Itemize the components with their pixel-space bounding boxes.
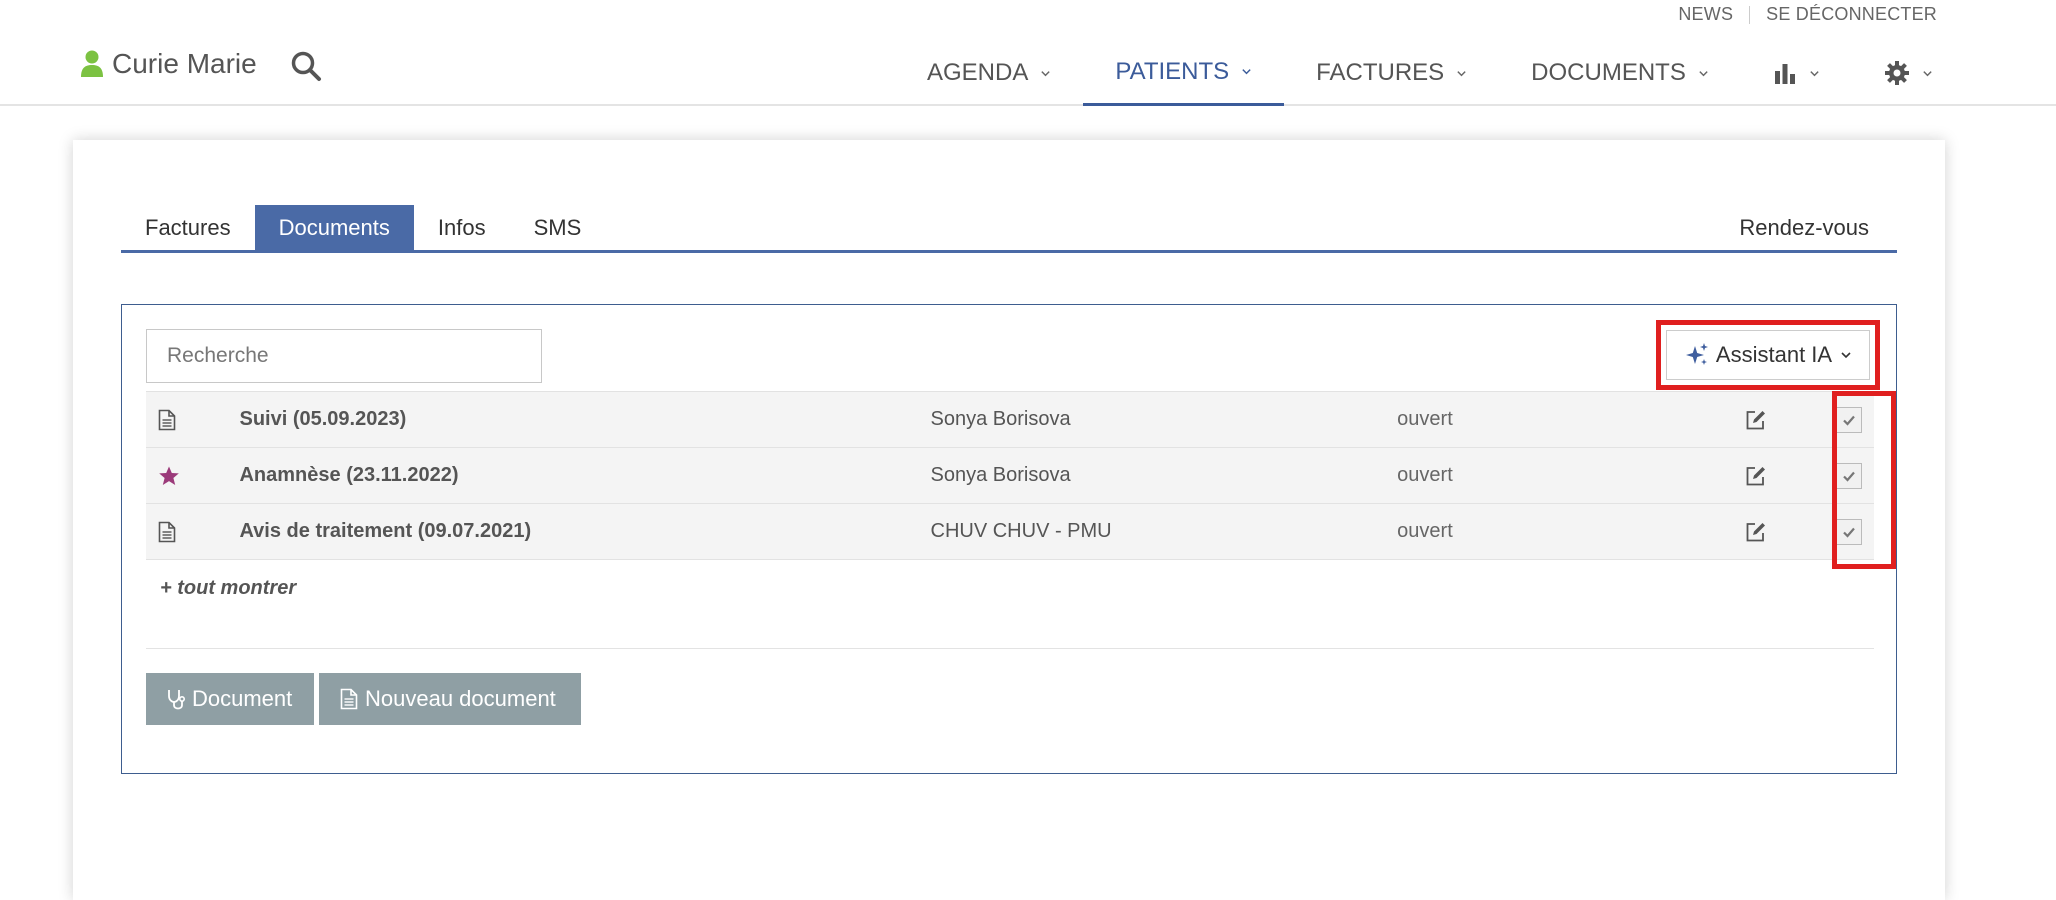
gear-icon xyxy=(1884,61,1909,85)
chevron-down-icon xyxy=(1041,70,1051,76)
stethoscope-icon xyxy=(168,690,186,710)
divider xyxy=(146,648,1874,649)
nav-statistics[interactable] xyxy=(1741,40,1852,106)
patient-tabs: Factures Documents Infos SMS Rendez-vous xyxy=(121,205,1897,253)
document-icon xyxy=(158,409,176,430)
edit-icon[interactable] xyxy=(1745,409,1767,431)
chevron-down-icon xyxy=(1242,69,1251,75)
nav-agenda[interactable]: AGENDA xyxy=(895,40,1083,106)
nav-agenda-label: AGENDA xyxy=(927,59,1029,86)
document-status: ouvert xyxy=(1397,520,1453,542)
new-document-button[interactable]: Nouveau document xyxy=(319,673,581,725)
document-status: ouvert xyxy=(1397,464,1453,486)
chevron-down-icon xyxy=(1699,70,1708,76)
chevron-down-icon xyxy=(1923,70,1932,76)
nav-patients-label: PATIENTS xyxy=(1115,57,1230,85)
tab-sms[interactable]: SMS xyxy=(510,205,606,250)
nav-settings[interactable] xyxy=(1852,40,1965,106)
document-author: CHUV CHUV - PMU xyxy=(930,520,1112,542)
nav-documents-label: DOCUMENTS xyxy=(1531,59,1686,86)
document-author: Sonya Borisova xyxy=(930,408,1071,430)
user-name: Curie Marie xyxy=(112,48,257,79)
search-icon[interactable] xyxy=(290,50,322,82)
tab-rendezvous[interactable]: Rendez-vous xyxy=(1715,205,1897,250)
nav-factures[interactable]: FACTURES xyxy=(1284,40,1499,106)
table-row[interactable]: Avis de traitement (09.07.2021) CHUV CHU… xyxy=(146,503,1874,560)
ai-assistant-button[interactable]: Assistant IA xyxy=(1666,330,1870,380)
new-document-button-label: Nouveau document xyxy=(365,686,556,711)
current-user[interactable]: Curie Marie xyxy=(80,48,257,80)
document-author: Sonya Borisova xyxy=(930,464,1071,486)
document-title[interactable]: Avis de traitement (09.07.2021) xyxy=(239,504,930,560)
document-button[interactable]: Document xyxy=(146,673,314,725)
chevron-down-icon xyxy=(1841,352,1851,359)
show-all-link[interactable]: + tout montrer xyxy=(160,577,296,600)
highlight-frame-checkboxes xyxy=(1832,391,1896,569)
tab-factures[interactable]: Factures xyxy=(121,205,255,250)
chevron-down-icon xyxy=(1457,70,1466,76)
main-nav: AGENDA PATIENTS FACTURES DOCUMENTS xyxy=(895,40,1965,106)
edit-icon[interactable] xyxy=(1745,521,1767,543)
ai-assistant-label: Assistant IA xyxy=(1715,342,1833,367)
nav-documents[interactable]: DOCUMENTS xyxy=(1499,40,1741,106)
user-icon xyxy=(81,50,103,77)
nav-patients[interactable]: PATIENTS xyxy=(1083,40,1285,106)
document-status: ouvert xyxy=(1397,408,1453,430)
tab-infos[interactable]: Infos xyxy=(414,205,510,250)
table-row[interactable]: Suivi (05.09.2023) Sonya Borisova ouvert xyxy=(146,391,1874,448)
document-button-label: Document xyxy=(192,686,293,711)
documents-panel: Assistant IA Suivi (05.09.2023) xyxy=(121,304,1897,774)
tab-documents[interactable]: Documents xyxy=(254,205,414,250)
nav-factures-label: FACTURES xyxy=(1316,59,1445,86)
document-title[interactable]: Suivi (05.09.2023) xyxy=(239,392,930,448)
bar-chart-icon xyxy=(1774,64,1795,84)
table-row[interactable]: Anamnèse (23.11.2022) Sonya Borisova ouv… xyxy=(146,447,1874,504)
chevron-down-icon xyxy=(1810,70,1819,76)
header: Curie Marie AGENDA PATIENTS FACTURES DOC… xyxy=(0,0,2056,106)
patient-card: Factures Documents Infos SMS Rendez-vous… xyxy=(73,140,1945,900)
sparkles-icon xyxy=(1685,343,1708,365)
document-icon xyxy=(340,688,358,710)
documents-table: Suivi (05.09.2023) Sonya Borisova ouvert xyxy=(146,391,1874,560)
document-title[interactable]: Anamnèse (23.11.2022) xyxy=(239,448,930,504)
document-icon xyxy=(158,521,176,542)
edit-icon[interactable] xyxy=(1745,465,1767,487)
search-input[interactable] xyxy=(146,329,542,383)
star-icon xyxy=(159,466,179,485)
